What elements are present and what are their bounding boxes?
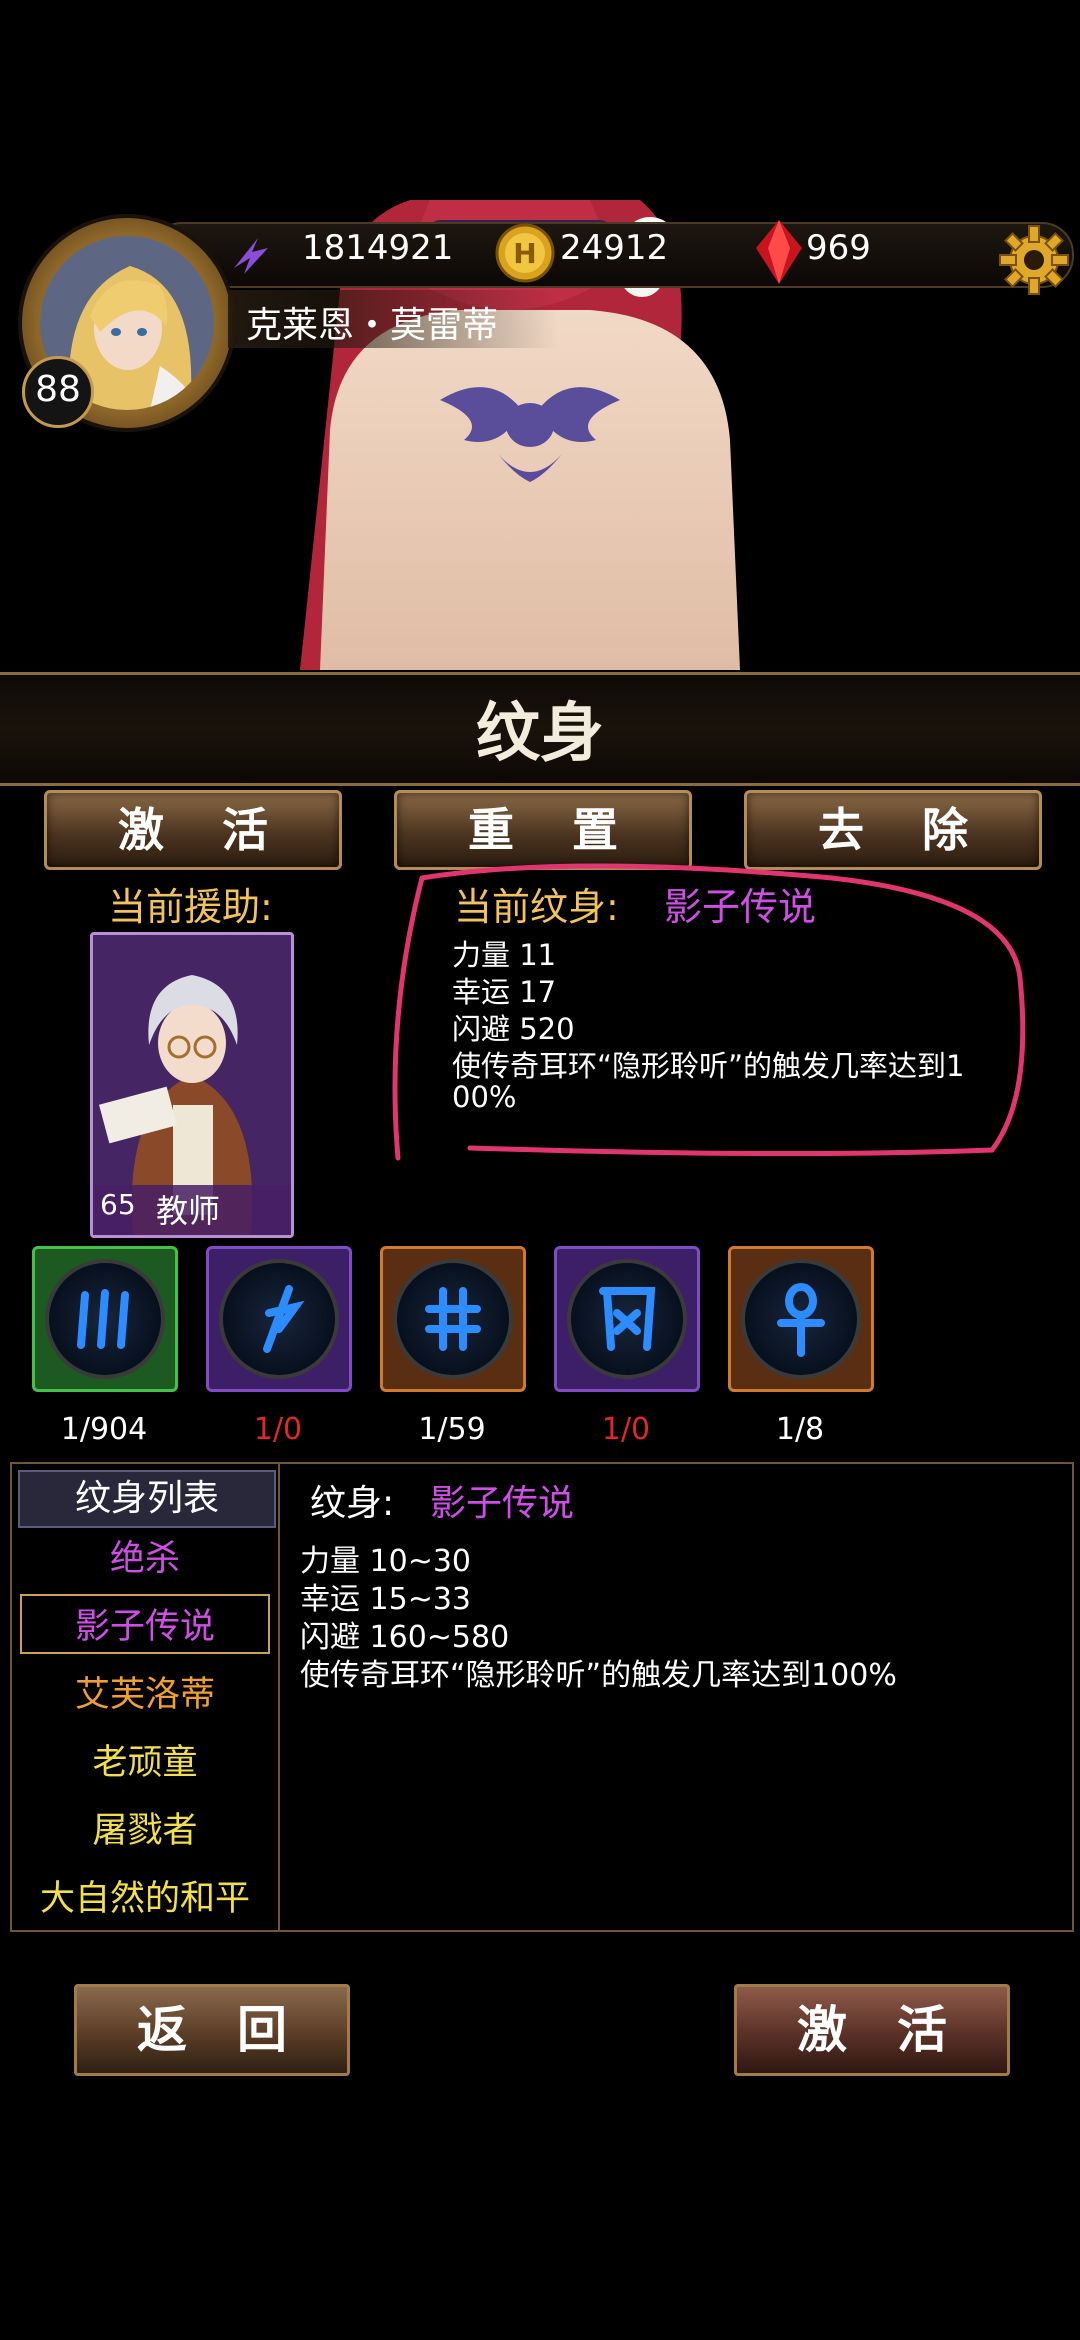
tattoo-item-old-urchin[interactable]: 老顽童 xyxy=(18,1734,272,1785)
rune-2-icon xyxy=(263,1285,305,1353)
rune-3-icon xyxy=(425,1287,481,1351)
helper-level: 65 xyxy=(100,1188,136,1221)
page-title: 纹身 xyxy=(476,696,604,771)
rune-count-5: 1/8 xyxy=(775,1412,825,1447)
rune-count-2: 1/0 xyxy=(253,1412,303,1447)
svg-text:H: H xyxy=(513,237,536,270)
tattoo-item-jueshi[interactable]: 绝杀 xyxy=(18,1530,272,1581)
gold-value: 24912 xyxy=(560,228,669,268)
rune-1-icon xyxy=(77,1289,129,1349)
highlight-annotation xyxy=(392,863,1026,1161)
helper-class: 教师 xyxy=(156,1192,221,1230)
rune-slot-1[interactable] xyxy=(32,1246,178,1392)
tattoo-item-nature-peace[interactable]: 大自然的和平 xyxy=(18,1870,272,1921)
helper-label: 当前援助: xyxy=(108,885,273,929)
tattoo-item-aphrodite[interactable]: 艾芙洛蒂 xyxy=(18,1666,272,1717)
rune-4-icon xyxy=(599,1287,656,1351)
rune-count-1: 1/904 xyxy=(60,1412,148,1447)
activate-button[interactable]: 激活 xyxy=(734,1984,1010,2076)
red-gem-icon xyxy=(756,220,802,284)
panel-divider xyxy=(278,1462,280,1930)
back-button[interactable]: 返回 xyxy=(74,1984,350,2076)
rune-slot-4[interactable] xyxy=(554,1246,700,1392)
gem-value: 969 xyxy=(806,228,871,268)
tattoo-item-slaughterer[interactable]: 屠戮者 xyxy=(18,1802,272,1853)
character-name: 克莱恩・莫雷蒂 xyxy=(246,305,499,346)
activate-action-button[interactable]: 激活 xyxy=(44,790,342,870)
power-value: 1814921 xyxy=(302,228,454,268)
level-badge: 88 xyxy=(22,356,94,428)
detail-tattoo-name: 影子传说 xyxy=(430,1483,575,1524)
settings-gear-icon[interactable] xyxy=(996,222,1072,298)
tattoo-item-shadow-legend[interactable]: 影子传说 xyxy=(18,1598,272,1649)
rune-count-3: 1/59 xyxy=(418,1412,486,1447)
gold-coin-icon: H xyxy=(495,223,555,283)
rune-slot-3[interactable] xyxy=(380,1246,526,1392)
rune-slot-5[interactable] xyxy=(728,1246,874,1392)
detail-label: 纹身: xyxy=(310,1483,395,1524)
detail-stat-line: 使传奇耳环“隐形聆听”的触发几率达到100% xyxy=(300,1658,897,1693)
tattoo-list-header: 纹身列表 xyxy=(18,1470,276,1528)
rune-count-4: 1/0 xyxy=(601,1412,651,1447)
rune-slot-2[interactable] xyxy=(206,1246,352,1392)
power-icon xyxy=(234,238,268,274)
ankh-rune-icon xyxy=(777,1283,825,1357)
